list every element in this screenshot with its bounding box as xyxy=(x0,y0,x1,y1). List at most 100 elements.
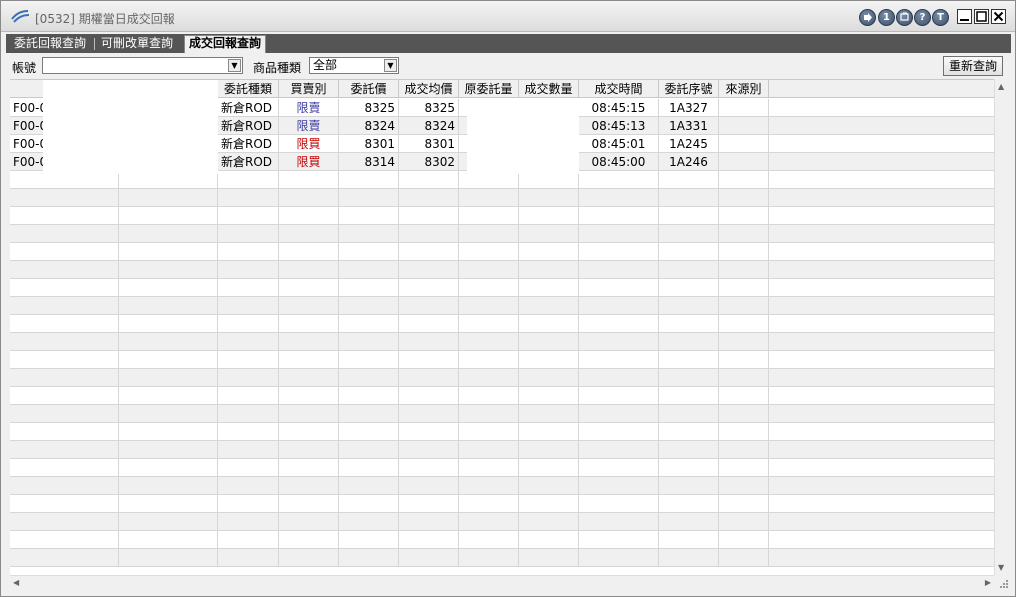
empty-table-row[interactable] xyxy=(10,261,994,279)
empty-table-row[interactable] xyxy=(10,495,994,513)
scroll-right-icon[interactable]: ▶ xyxy=(985,578,991,587)
scroll-left-icon[interactable]: ◀ xyxy=(13,578,19,587)
empty-table-row[interactable] xyxy=(10,513,994,531)
empty-table-row[interactable] xyxy=(10,189,994,207)
blank-cell xyxy=(119,243,218,261)
horizontal-scrollbar[interactable]: ◀ ▶ xyxy=(10,575,994,590)
account-select[interactable]: ▼ xyxy=(42,57,243,74)
order-type-cell: 新倉ROD xyxy=(218,153,279,171)
empty-table-row[interactable] xyxy=(10,333,994,351)
empty-table-row[interactable] xyxy=(10,243,994,261)
order-type-cell xyxy=(218,387,279,405)
col-order-type-header[interactable]: 委託種類 xyxy=(218,80,279,98)
empty-table-row[interactable] xyxy=(10,351,994,369)
t-icon[interactable]: T xyxy=(932,9,949,26)
fill-qty-cell xyxy=(519,369,579,387)
account-cell xyxy=(10,369,119,387)
fill-time-cell xyxy=(579,243,659,261)
tab-fill-report-query[interactable]: 成交回報查詢 xyxy=(184,35,267,53)
blank-cell xyxy=(119,279,218,297)
col-fill-qty-header[interactable]: 成交數量 xyxy=(519,80,579,98)
empty-table-row[interactable] xyxy=(10,387,994,405)
maximize-button[interactable] xyxy=(974,9,989,24)
empty-table-row[interactable] xyxy=(10,405,994,423)
empty-table-row[interactable] xyxy=(10,531,994,549)
source-cell xyxy=(719,369,769,387)
order-price-cell: 8325 xyxy=(339,99,399,117)
source-cell xyxy=(719,513,769,531)
account-cell xyxy=(10,333,119,351)
tab-order-report-query[interactable]: 委託回報查詢 xyxy=(10,36,90,53)
order-price-cell: 8301 xyxy=(339,135,399,153)
filler-cell xyxy=(769,405,994,423)
avg-price-cell: 8324 xyxy=(399,117,459,135)
col-fill-time-header[interactable]: 成交時間 xyxy=(579,80,659,98)
order-price-cell xyxy=(339,351,399,369)
empty-table-row[interactable] xyxy=(10,225,994,243)
order-price-cell xyxy=(339,261,399,279)
order-seq-cell xyxy=(659,243,719,261)
side-cell xyxy=(279,351,339,369)
refresh-icon[interactable] xyxy=(896,9,913,26)
empty-table-row[interactable] xyxy=(10,207,994,225)
col-order-price-header[interactable]: 委託價 xyxy=(339,80,399,98)
order-type-cell xyxy=(218,207,279,225)
blank-cell xyxy=(119,495,218,513)
source-cell xyxy=(719,99,769,117)
fill-time-cell: 08:45:00 xyxy=(579,153,659,171)
vertical-scrollbar[interactable]: ▲ ▼ xyxy=(994,79,1009,575)
one-icon[interactable]: 1 xyxy=(878,9,895,26)
order-price-cell xyxy=(339,477,399,495)
col-order-seq-header[interactable]: 委託序號 xyxy=(659,80,719,98)
resize-grip-icon[interactable] xyxy=(996,577,1009,590)
title-bar: [0532] 期權當日成交回報 1 ? T xyxy=(1,1,1015,32)
empty-table-row[interactable] xyxy=(10,315,994,333)
empty-table-row[interactable] xyxy=(10,279,994,297)
requery-button[interactable]: 重新查詢 xyxy=(943,56,1003,76)
empty-table-row[interactable] xyxy=(10,423,994,441)
fill-time-cell xyxy=(579,225,659,243)
source-cell xyxy=(719,423,769,441)
avg-price-cell xyxy=(399,441,459,459)
blank-cell xyxy=(119,315,218,333)
orig-qty-cell xyxy=(459,423,519,441)
empty-table-row[interactable] xyxy=(10,369,994,387)
tab-cancellable-order-query[interactable]: 可刪改單查詢 xyxy=(97,36,177,53)
side-cell xyxy=(279,279,339,297)
col-source-header[interactable]: 來源別 xyxy=(719,80,769,98)
minimize-button[interactable] xyxy=(957,9,972,24)
help-icon[interactable]: ? xyxy=(914,9,931,26)
blank-cell xyxy=(119,423,218,441)
empty-table-row[interactable] xyxy=(10,441,994,459)
quantity-mask xyxy=(467,99,579,174)
account-cell xyxy=(10,207,119,225)
empty-table-row[interactable] xyxy=(10,477,994,495)
source-cell xyxy=(719,153,769,171)
product-type-select[interactable]: 全部 ▼ xyxy=(309,57,399,74)
exit-icon[interactable] xyxy=(859,9,876,26)
empty-table-row[interactable] xyxy=(10,459,994,477)
order-type-cell xyxy=(218,225,279,243)
blank-cell xyxy=(119,225,218,243)
avg-price-cell xyxy=(399,477,459,495)
scroll-up-icon[interactable]: ▲ xyxy=(998,82,1004,91)
product-type-dropdown-icon[interactable]: ▼ xyxy=(384,59,397,72)
fill-qty-cell xyxy=(519,387,579,405)
close-button[interactable] xyxy=(991,9,1006,24)
fill-qty-cell xyxy=(519,189,579,207)
account-mask xyxy=(43,80,218,174)
order-type-cell xyxy=(218,297,279,315)
account-dropdown-icon[interactable]: ▼ xyxy=(228,59,241,72)
blank-cell xyxy=(119,261,218,279)
source-cell xyxy=(719,117,769,135)
order-seq-cell xyxy=(659,207,719,225)
order-type-cell xyxy=(218,459,279,477)
avg-price-cell xyxy=(399,405,459,423)
scroll-down-icon[interactable]: ▼ xyxy=(998,563,1004,572)
col-orig-qty-header[interactable]: 原委託量 xyxy=(459,80,519,98)
empty-table-row[interactable] xyxy=(10,297,994,315)
empty-table-row[interactable] xyxy=(10,549,994,567)
blank-cell xyxy=(119,549,218,567)
col-side-header[interactable]: 買賣別 xyxy=(279,80,339,98)
col-avg-price-header[interactable]: 成交均價 xyxy=(399,80,459,98)
